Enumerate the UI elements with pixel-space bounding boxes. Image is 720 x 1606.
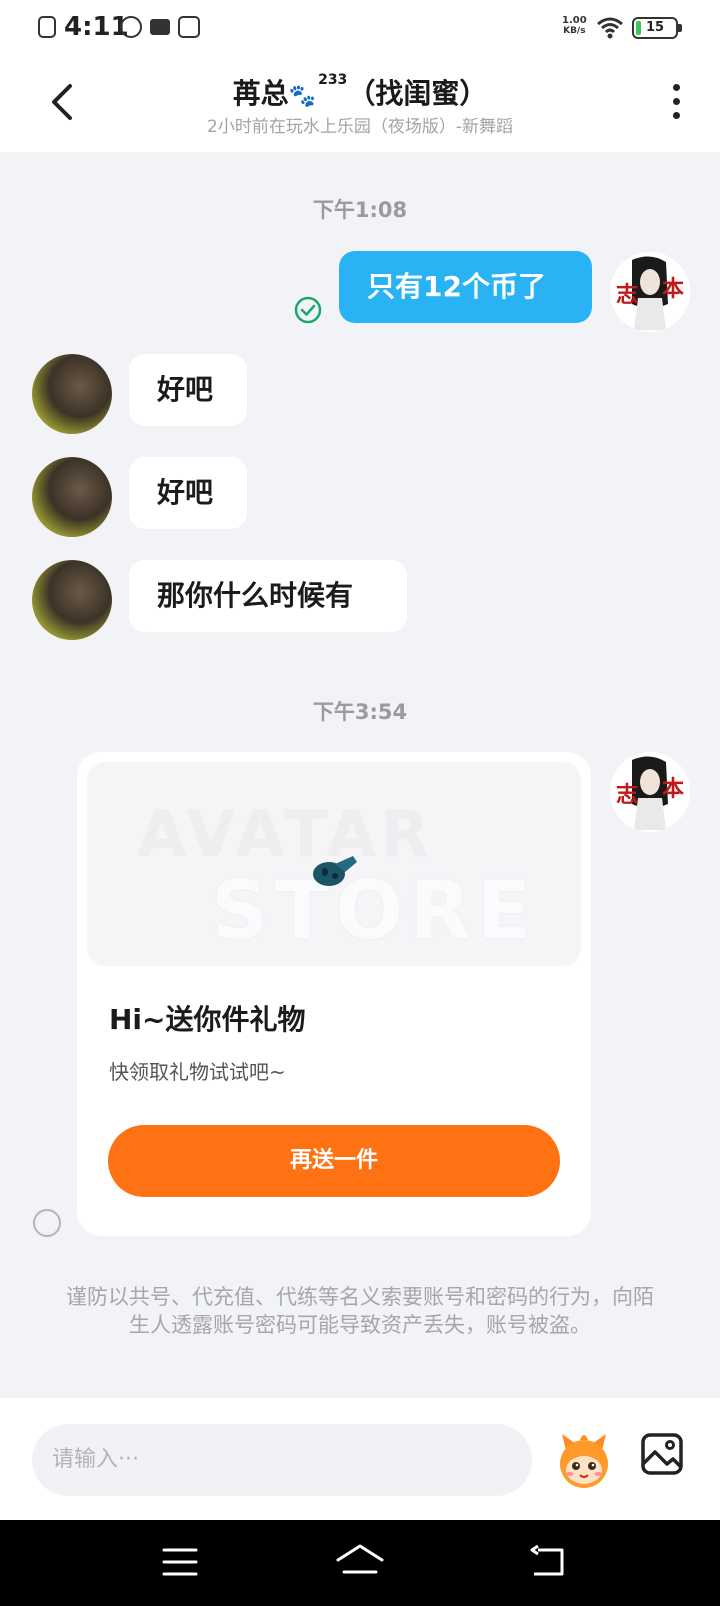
wifi-icon — [597, 17, 623, 39]
message-input[interactable]: 请输入··· — [32, 1424, 532, 1496]
mascot-emoji-icon[interactable] — [552, 1428, 616, 1492]
message-timestamp: 下午1:08 — [312, 198, 408, 222]
received-message-bubble[interactable]: 那你什么时候有 — [129, 560, 407, 632]
video-icon — [150, 19, 170, 35]
received-message-bubble[interactable]: 好吧 — [129, 457, 247, 529]
gift-card[interactable]: AVATAR STORE Hi~送你件礼物 快领取礼物试试吧~ 再送一件 — [77, 752, 591, 1236]
svg-text:本: 本 — [662, 277, 684, 302]
gift-title: Hi~送你件礼物 — [109, 1003, 306, 1036]
image-picker-icon[interactable] — [640, 1432, 684, 1476]
menu-nav-icon[interactable] — [158, 1542, 202, 1582]
svg-text:志: 志 — [616, 783, 638, 808]
friend-avatar[interactable] — [32, 354, 112, 434]
banner-watermark: AVATAR — [137, 798, 434, 872]
home-nav-icon[interactable] — [334, 1542, 386, 1582]
status-bar: 4:11 1.00 KB/s 15 — [0, 0, 720, 56]
svg-text:志: 志 — [616, 283, 638, 308]
battery-indicator: 15 — [632, 17, 682, 39]
sent-message-bubble[interactable]: 只有12个币了 — [339, 251, 592, 323]
svg-text:本: 本 — [662, 777, 684, 802]
page-title: 苒总🐾233（找闺蜜） — [232, 72, 488, 110]
back-nav-icon[interactable] — [526, 1542, 570, 1582]
paw-icon: 🐾 — [288, 84, 317, 109]
message-timestamp: 下午3:54 — [312, 700, 408, 724]
my-avatar[interactable]: 志 本 — [610, 752, 690, 832]
read-check-icon — [294, 296, 322, 324]
chat-header: 苒总🐾233（找闺蜜） 2小时前在玩水上乐园（夜场版）-新舞蹈 — [0, 56, 720, 152]
friend-avatar[interactable] — [32, 560, 112, 640]
sim-missing-icon — [38, 16, 56, 38]
gift-subtitle: 快领取礼物试试吧~ — [109, 1060, 286, 1084]
gift-banner: AVATAR STORE — [87, 762, 581, 966]
network-speed: 1.00 KB/s — [562, 15, 587, 36]
gift-item-icon — [313, 856, 357, 886]
status-time: 4:11 — [64, 12, 129, 42]
banner-watermark: STORE — [211, 864, 538, 957]
send-another-gift-button[interactable]: 再送一件 — [108, 1125, 560, 1197]
my-avatar[interactable]: 志 本 — [610, 252, 690, 332]
tiktok-icon — [120, 16, 142, 38]
system-navigation-bar — [0, 1520, 720, 1606]
user-activity-status: 2小时前在玩水上乐园（夜场版）-新舞蹈 — [207, 117, 513, 137]
message-icon — [178, 16, 200, 38]
message-select-radio[interactable] — [33, 1209, 61, 1237]
friend-avatar[interactable] — [32, 457, 112, 537]
received-message-bubble[interactable]: 好吧 — [129, 354, 247, 426]
security-notice: 谨防以共号、代充值、代练等名义索要账号和密码的行为，向陌生人透露账号密码可能导致… — [66, 1285, 654, 1337]
input-bar: 请输入··· — [0, 1398, 720, 1520]
more-options-icon[interactable] — [664, 84, 688, 124]
